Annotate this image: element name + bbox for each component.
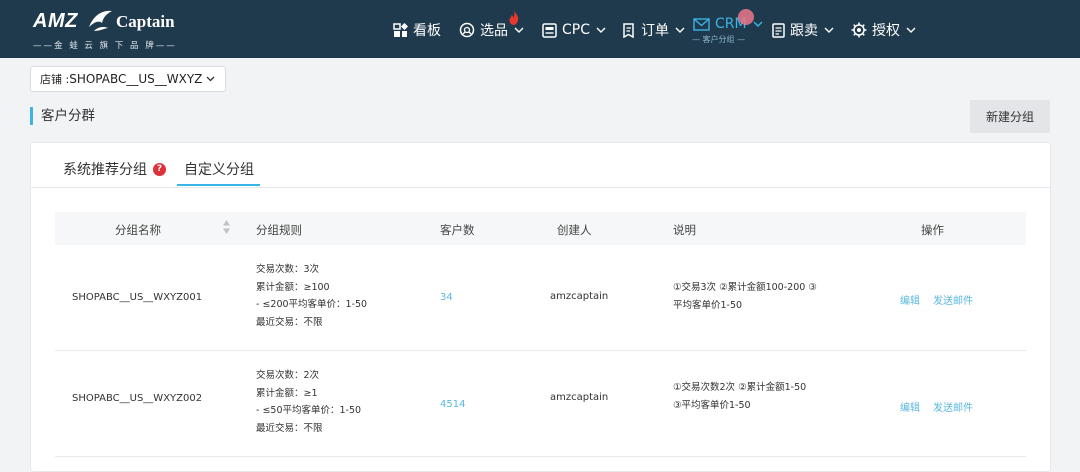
- nav-label: 授权: [872, 23, 900, 39]
- authorize-icon: [851, 22, 867, 38]
- table-row: SHOPABC__US__WXYZ001 交易次数：3次 累计金额：≥100 -…: [55, 245, 1026, 351]
- cpc-icon: [542, 22, 557, 38]
- customer-count-link[interactable]: 4514: [440, 399, 465, 410]
- groups-card: 系统推荐分组 ? 自定义分组 分组名称 分组规则 客户数 创建人 说明 操作 S…: [30, 142, 1051, 472]
- shop-select-value: SHOPABC__US__WXYZ: [69, 72, 203, 86]
- group-description: ①交易次数2次 ②累计金额1-50 ③平均客单价1-50: [673, 379, 806, 415]
- shop-select[interactable]: 店铺 : SHOPABC__US__WXYZ: [30, 66, 226, 92]
- description-line: ③平均客单价1-50: [673, 400, 751, 411]
- tab-system-recommended[interactable]: 系统推荐分组 ?: [63, 159, 166, 179]
- group-tabs: 系统推荐分组 ? 自定义分组: [31, 143, 1050, 188]
- chevron-down-icon: [596, 27, 606, 33]
- active-tab-indicator: [177, 184, 260, 186]
- edit-link[interactable]: 编辑: [900, 292, 920, 307]
- creator: amzcaptain: [550, 291, 609, 302]
- follow-sell-icon: [772, 22, 785, 38]
- order-icon: [623, 22, 634, 38]
- mail-icon: [693, 17, 710, 31]
- chevron-down-icon: [753, 21, 763, 27]
- group-rules: 交易次数：2次 累计金额：≥1 - ≤50平均客单价：1-50 最近交易：不限: [256, 367, 361, 437]
- send-email-link[interactable]: 发送邮件: [933, 292, 973, 307]
- nav-label: 看板: [413, 23, 441, 39]
- rule-line: 最近交易：不限: [256, 422, 323, 434]
- nav-item-cpc[interactable]: CPC: [542, 20, 606, 40]
- send-email-link[interactable]: 发送邮件: [933, 399, 973, 414]
- rule-line: 累计金额：≥1: [256, 387, 318, 399]
- chevron-down-icon: [206, 76, 215, 82]
- rule-line: 累计金额：≥100: [256, 281, 330, 293]
- column-header-rules: 分组规则: [256, 223, 302, 237]
- description-line: ①交易次数2次 ②累计金额1-50: [673, 382, 807, 393]
- column-header-creator: 创建人: [557, 223, 592, 237]
- nav-item-dashboard[interactable]: 看板: [393, 20, 441, 40]
- nav-label: 订单: [641, 23, 669, 39]
- rule-line: - ≤50平均客单价：1-50: [256, 405, 362, 416]
- product-select-icon: [459, 22, 475, 38]
- rule-line: 最近交易：不限: [256, 316, 323, 328]
- rule-line: 交易次数：2次: [256, 370, 320, 381]
- new-group-button[interactable]: 新建分组: [970, 100, 1050, 133]
- rule-line: 交易次数：3次: [256, 264, 320, 275]
- table-row: SHOPABC__US__WXYZ002 交易次数：2次 累计金额：≥1 - ≤…: [55, 351, 1026, 457]
- edit-link[interactable]: 编辑: [900, 399, 920, 414]
- column-header-count: 客户数: [440, 223, 475, 237]
- chevron-down-icon: [824, 27, 834, 33]
- chevron-down-icon: [906, 27, 916, 33]
- tab-label: 系统推荐分组: [63, 162, 147, 178]
- column-header-description: 说明: [673, 223, 696, 237]
- top-navigation-bar: AMZ Captain ——金 蛙 云 旗 下 品 牌—— 看板 选品 CPC …: [0, 0, 1080, 58]
- sort-icon[interactable]: [222, 219, 231, 235]
- description-line: ①交易3次 ②累计金额100-200 ③: [673, 282, 817, 293]
- tab-custom-groups[interactable]: 自定义分组: [184, 159, 254, 179]
- dashboard-icon: [393, 22, 408, 37]
- nav-item-follow-sell[interactable]: 跟卖: [772, 20, 834, 40]
- group-name: SHOPABC__US__WXYZ001: [72, 292, 203, 303]
- shop-select-label: 店铺 :: [40, 73, 70, 86]
- customer-count-link[interactable]: 34: [440, 292, 453, 303]
- creator: amzcaptain: [550, 392, 609, 403]
- chevron-down-icon: [675, 27, 685, 33]
- nav-label: 选品: [480, 23, 508, 39]
- column-header-name: 分组名称: [115, 223, 161, 237]
- nav-label: CPC: [562, 22, 590, 38]
- crm-subtitle: — 客户分组 —: [692, 35, 746, 44]
- nav-label: 跟卖: [790, 23, 818, 39]
- flame-icon: [509, 10, 519, 25]
- column-header-actions: 操作: [921, 223, 944, 237]
- group-description: ①交易3次 ②累计金额100-200 ③ 平均客单价1-50: [673, 279, 817, 315]
- table-header: 分组名称 分组规则 客户数 创建人 说明 操作: [55, 212, 1026, 245]
- cursor-highlight: [738, 9, 754, 25]
- help-icon[interactable]: ?: [153, 162, 166, 176]
- rule-line: - ≤200平均客单价：1-50: [256, 299, 368, 310]
- page-title: 客户分群: [30, 107, 95, 125]
- group-name: SHOPABC__US__WXYZ002: [72, 393, 203, 404]
- group-rules: 交易次数：3次 累计金额：≥100 - ≤200平均客单价：1-50 最近交易：…: [256, 261, 367, 331]
- nav-item-orders[interactable]: 订单: [622, 20, 685, 40]
- chevron-down-icon: [514, 27, 524, 33]
- tab-label: 自定义分组: [184, 162, 254, 178]
- nav-item-authorize[interactable]: 授权: [851, 20, 916, 40]
- main-nav: 看板 选品 CPC 订单 CRM — 客户分组 — 跟卖 授权: [0, 0, 1080, 58]
- description-line: 平均客单价1-50: [673, 300, 743, 311]
